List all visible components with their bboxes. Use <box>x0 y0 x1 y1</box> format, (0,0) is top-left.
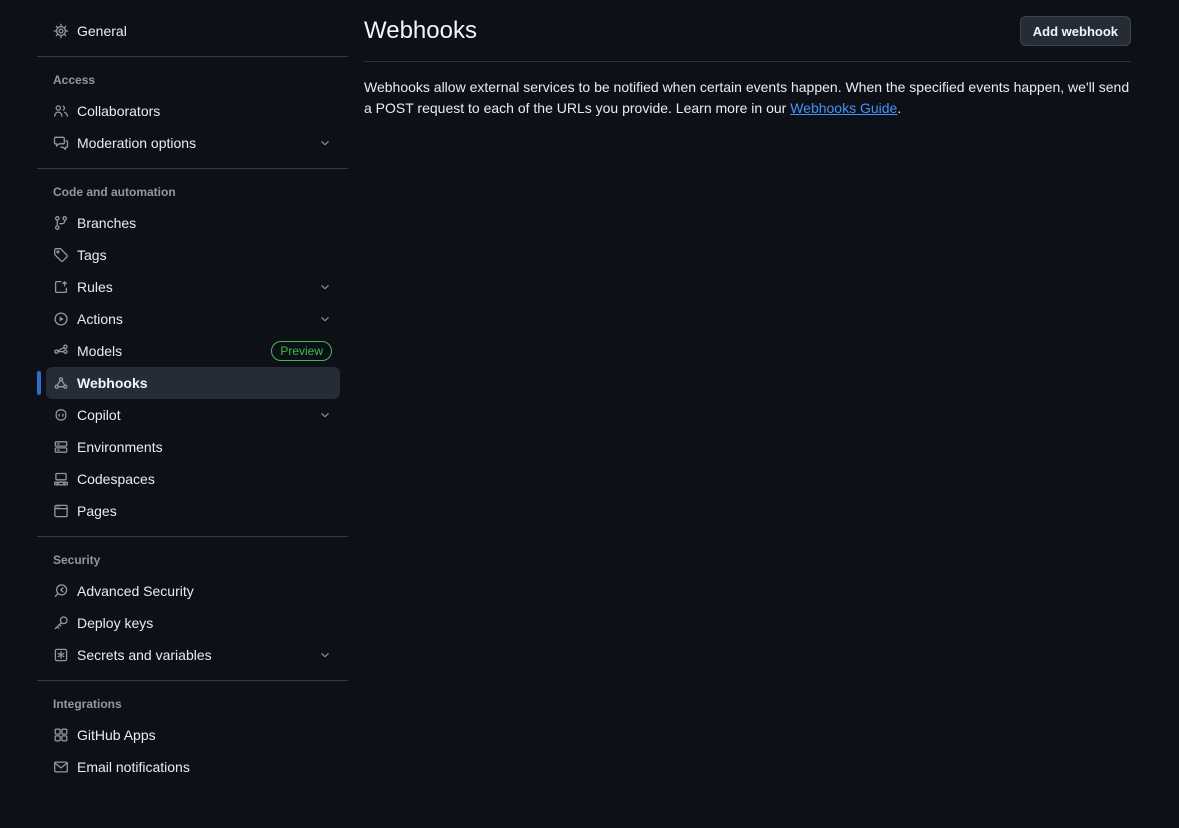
sidebar-item-rules[interactable]: Rules <box>46 271 340 303</box>
sidebar-item-label: Moderation options <box>77 135 310 151</box>
server-stack-icon <box>53 439 69 455</box>
selected-indicator <box>37 371 41 395</box>
sidebar-item-advanced-security[interactable]: Advanced Security <box>46 575 340 607</box>
play-circle-icon <box>53 311 69 327</box>
sidebar-section-access: Access Collaborators Moderation options <box>37 65 348 159</box>
repository-settings-page: General Access Collaborators Moderation opt… <box>0 0 1179 828</box>
browser-window-icon <box>53 503 69 519</box>
section-header-code-and-automation: Code and automation <box>37 177 348 207</box>
sidebar-item-webhooks[interactable]: Webhooks <box>46 367 340 399</box>
sidebar-item-branches[interactable]: Branches <box>46 207 340 239</box>
sidebar-divider <box>37 56 348 57</box>
chevron-down-icon <box>318 408 332 422</box>
sidebar-item-github-apps[interactable]: GitHub Apps <box>46 719 340 751</box>
ai-model-icon <box>53 343 69 359</box>
chevron-down-icon <box>318 312 332 326</box>
sidebar-item-label: GitHub Apps <box>77 727 332 743</box>
webhooks-guide-link[interactable]: Webhooks Guide <box>790 100 897 116</box>
chevron-down-icon <box>318 136 332 150</box>
codescan-icon <box>53 583 69 599</box>
sidebar-item-label: Models <box>77 343 263 359</box>
sidebar-section-security: Security Advanced Security Deploy keys Secr… <box>37 545 348 671</box>
grid-apps-icon <box>53 727 69 743</box>
rules-icon <box>53 279 69 295</box>
sidebar-item-label: Collaborators <box>77 103 332 119</box>
chevron-down-icon <box>318 280 332 294</box>
webhooks-description: Webhooks allow external services to be n… <box>364 77 1131 119</box>
sidebar-item-label: Rules <box>77 279 310 295</box>
sidebar-item-copilot[interactable]: Copilot <box>46 399 340 431</box>
sidebar-item-label: Webhooks <box>77 375 332 391</box>
main-content: Webhooks Add webhook Webhooks allow exte… <box>364 0 1131 828</box>
section-header-security: Security <box>37 545 348 575</box>
people-icon <box>53 103 69 119</box>
sidebar-item-codespaces[interactable]: Codespaces <box>46 463 340 495</box>
sidebar-item-label: General <box>77 23 332 39</box>
sidebar-item-environments[interactable]: Environments <box>46 431 340 463</box>
sidebar-item-label: Environments <box>77 439 332 455</box>
sidebar-section-top: General <box>37 15 348 47</box>
sidebar-item-label: Tags <box>77 247 332 263</box>
sidebar-item-label: Codespaces <box>77 471 332 487</box>
description-text-before-link: Webhooks allow external services to be n… <box>364 79 1129 116</box>
description-text-after-link: . <box>897 100 901 116</box>
key-icon <box>53 615 69 631</box>
webhook-icon <box>53 375 69 391</box>
sidebar-item-actions[interactable]: Actions <box>46 303 340 335</box>
tag-icon <box>53 247 69 263</box>
sidebar-item-secrets-and-variables[interactable]: Secrets and variables <box>46 639 340 671</box>
comment-discussion-icon <box>53 135 69 151</box>
sidebar-item-label: Branches <box>77 215 332 231</box>
sidebar-item-label: Secrets and variables <box>77 647 310 663</box>
sidebar-item-label: Pages <box>77 503 332 519</box>
codespace-monitor-icon <box>53 471 69 487</box>
sidebar-section-code-and-automation: Code and automation Branches Tags Rules Acti… <box>37 177 348 527</box>
sidebar-divider <box>37 536 348 537</box>
sidebar-item-models[interactable]: Models Preview <box>46 335 340 367</box>
add-webhook-button[interactable]: Add webhook <box>1020 16 1131 46</box>
page-title: Webhooks <box>364 15 477 46</box>
section-header-access: Access <box>37 65 348 95</box>
chevron-down-icon <box>318 648 332 662</box>
sidebar-item-moderation-options[interactable]: Moderation options <box>46 127 340 159</box>
sidebar-divider <box>37 680 348 681</box>
sidebar-item-label: Copilot <box>77 407 310 423</box>
copilot-icon <box>53 407 69 423</box>
sidebar-item-label: Email notifications <box>77 759 332 775</box>
sidebar-item-general[interactable]: General <box>46 15 340 47</box>
sidebar-divider <box>37 168 348 169</box>
page-header: Webhooks Add webhook <box>364 15 1131 62</box>
git-branch-icon <box>53 215 69 231</box>
sidebar-item-label: Advanced Security <box>77 583 332 599</box>
sidebar-item-deploy-keys[interactable]: Deploy keys <box>46 607 340 639</box>
sidebar-section-integrations: Integrations GitHub Apps Email notificatio… <box>37 689 348 783</box>
asterisk-box-icon <box>53 647 69 663</box>
sidebar-item-email-notifications[interactable]: Email notifications <box>46 751 340 783</box>
section-header-integrations: Integrations <box>37 689 348 719</box>
sidebar-item-label: Actions <box>77 311 310 327</box>
sidebar-item-label: Deploy keys <box>77 615 332 631</box>
gear-icon <box>53 23 69 39</box>
sidebar-item-pages[interactable]: Pages <box>46 495 340 527</box>
sidebar-item-tags[interactable]: Tags <box>46 239 340 271</box>
preview-badge: Preview <box>271 341 332 361</box>
mail-icon <box>53 759 69 775</box>
settings-sidebar: General Access Collaborators Moderation opt… <box>37 0 348 828</box>
sidebar-item-collaborators[interactable]: Collaborators <box>46 95 340 127</box>
